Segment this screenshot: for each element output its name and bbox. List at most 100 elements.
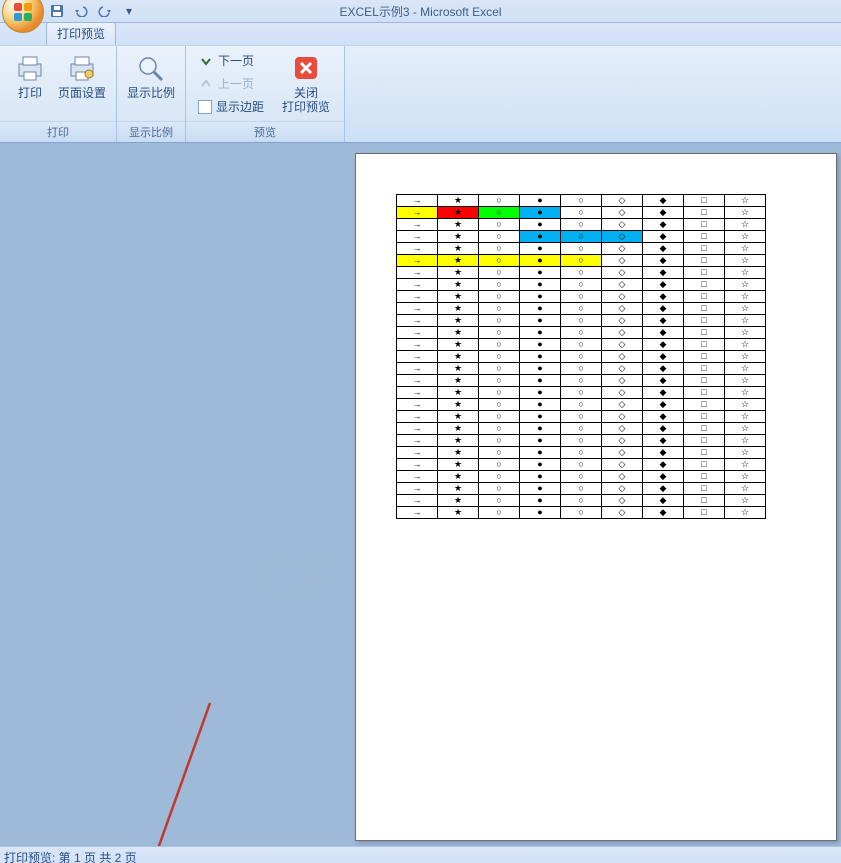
page-setup-label: 页面设置 xyxy=(58,86,106,100)
table-cell: ◇ xyxy=(602,375,643,387)
table-cell: ◆ xyxy=(643,279,684,291)
table-cell: ★ xyxy=(438,351,479,363)
table-cell: ☆ xyxy=(725,447,766,459)
table-cell: ○ xyxy=(561,231,602,243)
checkbox-icon xyxy=(198,100,212,114)
table-cell: ◇ xyxy=(602,507,643,519)
table-cell: ● xyxy=(520,507,561,519)
tab-print-preview[interactable]: 打印预览 xyxy=(46,22,116,45)
undo-icon[interactable] xyxy=(72,2,90,20)
table-cell: ◇ xyxy=(602,315,643,327)
table-cell: ☆ xyxy=(725,471,766,483)
table-cell: □ xyxy=(684,363,725,375)
show-margins-checkbox[interactable]: 显示边距 xyxy=(194,96,268,117)
table-cell: ★ xyxy=(438,267,479,279)
table-cell: □ xyxy=(684,375,725,387)
table-cell: → xyxy=(397,315,438,327)
table-cell: ◆ xyxy=(643,303,684,315)
table-cell: ● xyxy=(520,303,561,315)
table-cell: → xyxy=(397,387,438,399)
table-cell: ★ xyxy=(438,207,479,219)
table-cell: ○ xyxy=(561,423,602,435)
table-cell: ◆ xyxy=(643,375,684,387)
table-cell: ☆ xyxy=(725,255,766,267)
ribbon-tabs: 打印预览 xyxy=(0,23,841,45)
zoom-label: 显示比例 xyxy=(127,86,175,100)
preview-workspace[interactable]: CF →★○●○◇◆□☆→★○●○◇◆□☆→★○●○◇◆□☆→★○●○◇◆□☆→… xyxy=(0,143,841,846)
table-cell: ◆ xyxy=(643,363,684,375)
table-cell: ● xyxy=(520,291,561,303)
table-cell: ☆ xyxy=(725,231,766,243)
qat-dropdown-icon[interactable]: ▾ xyxy=(120,2,138,20)
table-cell: ◇ xyxy=(602,243,643,255)
table-cell: ◇ xyxy=(602,231,643,243)
table-cell: □ xyxy=(684,351,725,363)
table-cell: ○ xyxy=(479,375,520,387)
table-cell: ○ xyxy=(561,315,602,327)
table-cell: ○ xyxy=(479,483,520,495)
table-cell: ◆ xyxy=(643,231,684,243)
table-cell: ● xyxy=(520,255,561,267)
save-icon[interactable] xyxy=(48,2,66,20)
table-cell: ☆ xyxy=(725,327,766,339)
page-setup-button[interactable]: 页面设置 xyxy=(54,50,110,102)
table-cell: ○ xyxy=(479,435,520,447)
table-cell: ○ xyxy=(561,507,602,519)
table-cell: ● xyxy=(520,399,561,411)
table-cell: → xyxy=(397,459,438,471)
table-cell: → xyxy=(397,303,438,315)
table-cell: → xyxy=(397,411,438,423)
table-cell: → xyxy=(397,231,438,243)
table-cell: ● xyxy=(520,339,561,351)
table-cell: □ xyxy=(684,471,725,483)
table-cell: → xyxy=(397,339,438,351)
table-cell: → xyxy=(397,219,438,231)
print-button[interactable]: 打印 xyxy=(6,50,54,102)
table-cell: ◇ xyxy=(602,423,643,435)
table-cell: ★ xyxy=(438,231,479,243)
table-cell: ● xyxy=(520,327,561,339)
table-cell: ● xyxy=(520,351,561,363)
next-page-button[interactable]: 下一页 xyxy=(194,50,268,71)
table-cell: ☆ xyxy=(725,387,766,399)
ribbon: 打印 页面设置 打印 显示比例 显示比例 xyxy=(0,45,841,143)
table-cell: ★ xyxy=(438,363,479,375)
table-cell: ◆ xyxy=(643,507,684,519)
table-cell: ○ xyxy=(561,243,602,255)
title-bar: ▾ EXCEL示例3 - Microsoft Excel xyxy=(0,0,841,23)
table-cell: ◇ xyxy=(602,363,643,375)
table-cell: ○ xyxy=(479,303,520,315)
show-margins-label: 显示边距 xyxy=(216,98,264,115)
table-cell: ● xyxy=(520,207,561,219)
table-cell: ○ xyxy=(561,435,602,447)
table-cell: ★ xyxy=(438,435,479,447)
table-cell: ◆ xyxy=(643,243,684,255)
table-cell: □ xyxy=(684,315,725,327)
table-cell: □ xyxy=(684,339,725,351)
table-cell: □ xyxy=(684,291,725,303)
table-cell: ★ xyxy=(438,303,479,315)
redo-icon[interactable] xyxy=(96,2,114,20)
table-cell: ◆ xyxy=(643,255,684,267)
table-cell: ○ xyxy=(561,195,602,207)
close-preview-button[interactable]: 关闭 打印预览 xyxy=(276,50,336,116)
preview-table: →★○●○◇◆□☆→★○●○◇◆□☆→★○●○◇◆□☆→★○●○◇◆□☆→★○●… xyxy=(396,194,766,519)
zoom-button[interactable]: 显示比例 xyxy=(123,50,179,102)
table-cell: □ xyxy=(684,219,725,231)
prev-page-label: 上一页 xyxy=(218,75,254,92)
table-cell: ○ xyxy=(561,291,602,303)
table-cell: ★ xyxy=(438,243,479,255)
table-cell: ◆ xyxy=(643,339,684,351)
table-cell: ◆ xyxy=(643,459,684,471)
table-cell: ☆ xyxy=(725,399,766,411)
table-cell: → xyxy=(397,195,438,207)
table-cell: → xyxy=(397,255,438,267)
prev-page-button[interactable]: 上一页 xyxy=(194,73,268,94)
table-cell: □ xyxy=(684,447,725,459)
table-cell: ● xyxy=(520,447,561,459)
table-cell: ★ xyxy=(438,471,479,483)
table-cell: ◇ xyxy=(602,291,643,303)
table-cell: ◆ xyxy=(643,351,684,363)
table-cell: → xyxy=(397,471,438,483)
table-cell: → xyxy=(397,507,438,519)
